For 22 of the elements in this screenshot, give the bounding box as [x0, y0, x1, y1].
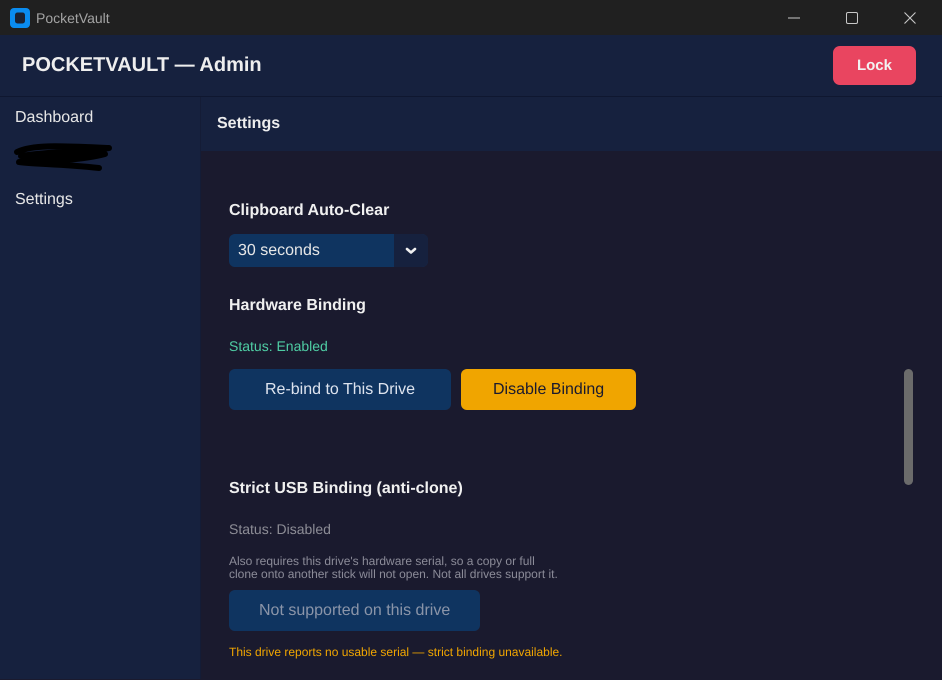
auto-clear-select[interactable]: 30 seconds: [229, 234, 428, 267]
minimize-icon[interactable]: [788, 16, 800, 18]
redaction-scribble-icon: [13, 142, 113, 174]
app-title: POCKETVAULT — Admin: [22, 54, 262, 77]
section-title: Clipboard Auto-Clear: [229, 201, 390, 221]
status-text: Status: Disabled: [229, 520, 331, 538]
close-icon[interactable]: [904, 12, 916, 24]
sidebar-item[interactable]: Settings: [0, 179, 200, 220]
warning-text: This drive reports no usable serial — strict binding unavailable.: [229, 645, 562, 660]
chevron-down-icon: [394, 234, 428, 267]
action-button[interactable]: Disable Binding: [460, 369, 636, 410]
page-title: Settings: [217, 115, 280, 133]
section-title: Hardware Binding: [229, 296, 366, 316]
app-logo-icon: [10, 8, 30, 28]
maximize-icon[interactable]: [846, 12, 858, 24]
section-title: Strict USB Binding (anti-clone): [229, 479, 463, 499]
status-text: Status: Enabled: [229, 337, 328, 355]
action-button[interactable]: Re-bind to This Drive: [229, 369, 451, 410]
window-title: PocketVault: [36, 10, 110, 26]
sidebar-item[interactable]: Dashboard: [0, 97, 200, 138]
description-text: Also requires this drive's hardware serial, so a copy or full clone onto another stick will not open. Not all drives support it.: [229, 555, 559, 581]
scrollbar-thumb[interactable]: [904, 369, 913, 485]
